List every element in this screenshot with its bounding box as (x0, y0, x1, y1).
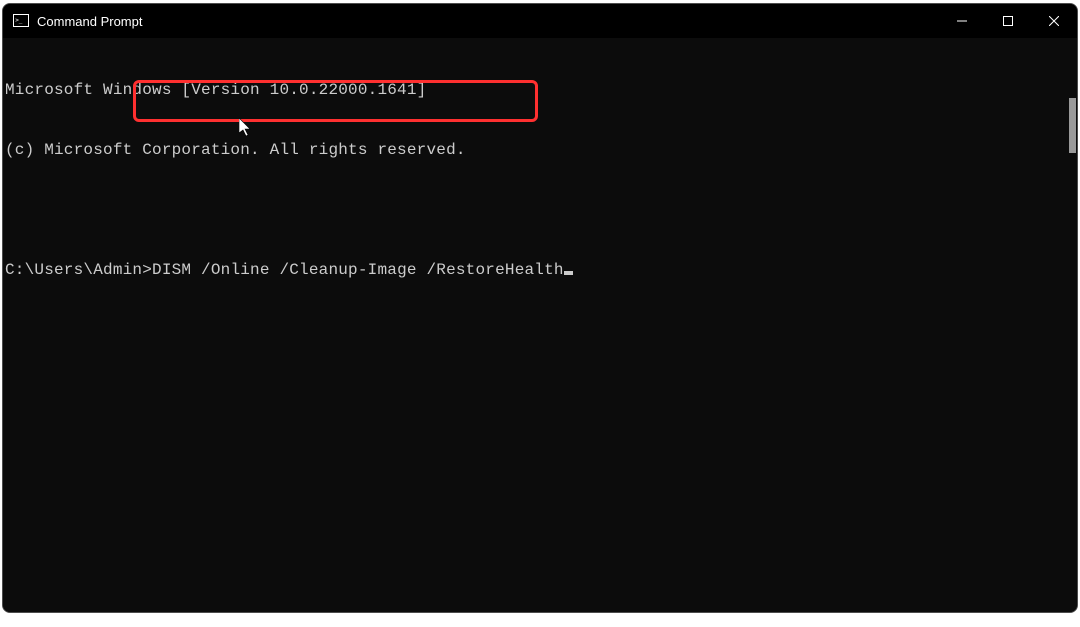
maximize-icon (1003, 16, 1013, 26)
svg-text:>_: >_ (15, 17, 23, 24)
terminal-output-line: Microsoft Windows [Version 10.0.22000.16… (5, 80, 1075, 100)
console-icon: >_ (13, 13, 29, 29)
titlebar[interactable]: >_ Command Prompt (3, 4, 1077, 38)
close-icon (1049, 16, 1059, 26)
close-button[interactable] (1031, 4, 1077, 38)
terminal-prompt: C:\Users\Admin> (5, 261, 152, 279)
window-controls (939, 4, 1077, 38)
terminal-body[interactable]: Microsoft Windows [Version 10.0.22000.16… (3, 38, 1077, 612)
vertical-scrollbar[interactable] (1069, 98, 1076, 153)
minimize-button[interactable] (939, 4, 985, 38)
terminal-blank-line (5, 200, 1075, 220)
terminal-prompt-line: C:\Users\Admin>DISM /Online /Cleanup-Ima… (5, 260, 1075, 280)
maximize-button[interactable] (985, 4, 1031, 38)
window-title: Command Prompt (37, 14, 142, 29)
terminal-cursor (564, 271, 573, 275)
terminal-output-line: (c) Microsoft Corporation. All rights re… (5, 140, 1075, 160)
minimize-icon (957, 16, 967, 26)
command-prompt-window: >_ Command Prompt Micro (2, 3, 1078, 613)
terminal-command: DISM /Online /Cleanup-Image /RestoreHeal… (152, 261, 564, 279)
